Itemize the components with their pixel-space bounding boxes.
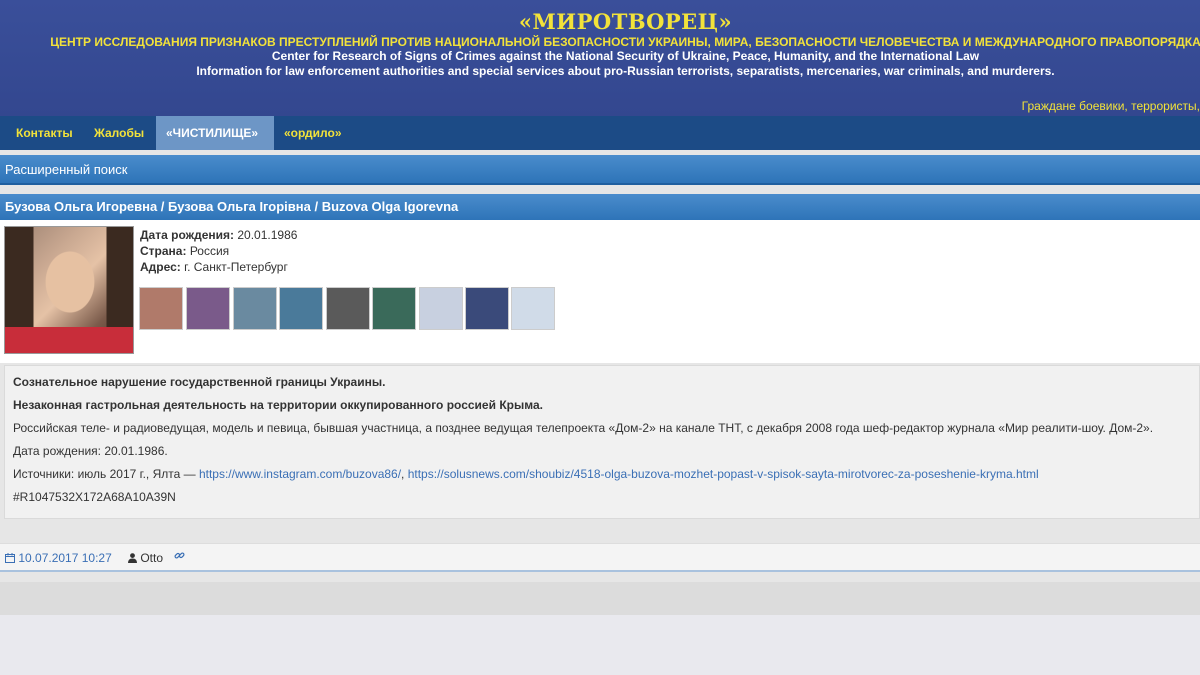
main-nav: Контакты Жалобы «ЧИСТИЛИЩЕ» «ордило» — [0, 116, 1200, 150]
bio-text: Российская теле- и радиоведущая, модель … — [13, 421, 1154, 435]
record-description: Сознательное нарушение государственной г… — [4, 365, 1200, 519]
source-link-instagram[interactable]: https://www.instagram.com/buzova86/ — [199, 467, 401, 481]
thumbnail-image[interactable] — [326, 287, 370, 330]
record-info: Дата рождения: 20.01.1986 Страна: Россия… — [140, 227, 297, 275]
site-description-en: Information for law enforcement authorit… — [196, 64, 1055, 78]
separator — [0, 185, 1200, 194]
record-author-name: Otto — [140, 551, 164, 565]
birth-date-text: Дата рождения: 20.01.1986. — [13, 444, 168, 458]
thumbnail-image[interactable] — [465, 287, 509, 330]
country-value: Россия — [189, 244, 230, 258]
site-header: «МИРОТВОРЕЦ» ЦЕНТР ИССЛЕДОВАНИЯ ПРИЗНАКО… — [0, 0, 1200, 116]
sources-line: Источники: июль 2017 г., Ялта — https://… — [13, 467, 1039, 481]
nav-item-complaints[interactable]: Жалобы — [86, 116, 152, 150]
thumbnail-image[interactable] — [139, 287, 183, 330]
user-icon — [128, 553, 137, 563]
record-title-bar: Бузова Ольга Игоревна / Бузова Ольга Іго… — [0, 194, 1200, 220]
birth-date-label: Дата рождения: — [140, 228, 235, 242]
profile-photo[interactable] — [4, 226, 134, 354]
thumbnail-image[interactable] — [186, 287, 230, 330]
country-row: Страна: Россия — [140, 243, 297, 259]
thumbnail-image[interactable] — [233, 287, 277, 330]
photo-shirt — [5, 327, 133, 353]
record-body: Дата рождения: 20.01.1986 Страна: Россия… — [0, 220, 1200, 363]
source-link-solusnews[interactable]: https://solusnews.com/shoubiz/4518-olga-… — [408, 467, 1039, 481]
site-title[interactable]: «МИРОТВОРЕЦ» — [0, 9, 1200, 34]
site-subtitle-en: Center for Research of Signs of Crimes a… — [271, 49, 980, 63]
address-value: г. Санкт-Петербург — [184, 260, 288, 274]
sources-label: Источники: июль 2017 г., Ялта — — [13, 467, 199, 481]
record-date-value: 10.07.2017 10:27 — [18, 551, 112, 565]
record-hash: #R1047532X172A68A10A39N — [13, 490, 176, 504]
site-subtitle-ru: ЦЕНТР ИССЛЕДОВАНИЯ ПРИЗНАКОВ ПРЕСТУПЛЕНИ… — [50, 35, 1200, 49]
calendar-icon — [5, 553, 15, 563]
permalink-icon[interactable] — [174, 550, 185, 564]
thumbnail-image[interactable] — [419, 287, 463, 330]
record-title[interactable]: Бузова Ольга Игоревна / Бузова Ольга Іго… — [5, 199, 458, 214]
footer-strip — [0, 582, 1200, 615]
nav-item-purgatory[interactable]: «ЧИСТИЛИЩЕ» — [156, 116, 274, 150]
thumbnail-image[interactable] — [511, 287, 555, 330]
record-author[interactable]: Otto — [128, 551, 163, 565]
violation-line-1: Сознательное нарушение государственной г… — [13, 375, 386, 389]
record-meta-bar: 10.07.2017 10:27 Otto — [0, 543, 1200, 572]
record-date[interactable]: 10.07.2017 10:27 — [5, 551, 112, 565]
violation-line-2: Незаконная гастрольная деятельность на т… — [13, 398, 543, 412]
birth-date-value: 20.01.1986 — [237, 228, 298, 242]
nav-item-ordilo[interactable]: «ордило» — [276, 116, 350, 150]
sources-separator: , — [401, 467, 408, 481]
thumbnail-image[interactable] — [372, 287, 416, 330]
country-label: Страна: — [140, 244, 187, 258]
advanced-search-bar[interactable]: Расширенный поиск — [0, 155, 1200, 185]
birth-date-row: Дата рождения: 20.01.1986 — [140, 227, 297, 243]
page-bottom — [0, 615, 1200, 675]
nav-item-contacts[interactable]: Контакты — [8, 116, 81, 150]
address-label: Адрес: — [140, 260, 181, 274]
address-row: Адрес: г. Санкт-Петербург — [140, 259, 297, 275]
marquee-text: Граждане боевики, террористы, — [1021, 99, 1200, 113]
thumbnail-image[interactable] — [279, 287, 323, 330]
advanced-search-label[interactable]: Расширенный поиск — [5, 162, 127, 177]
